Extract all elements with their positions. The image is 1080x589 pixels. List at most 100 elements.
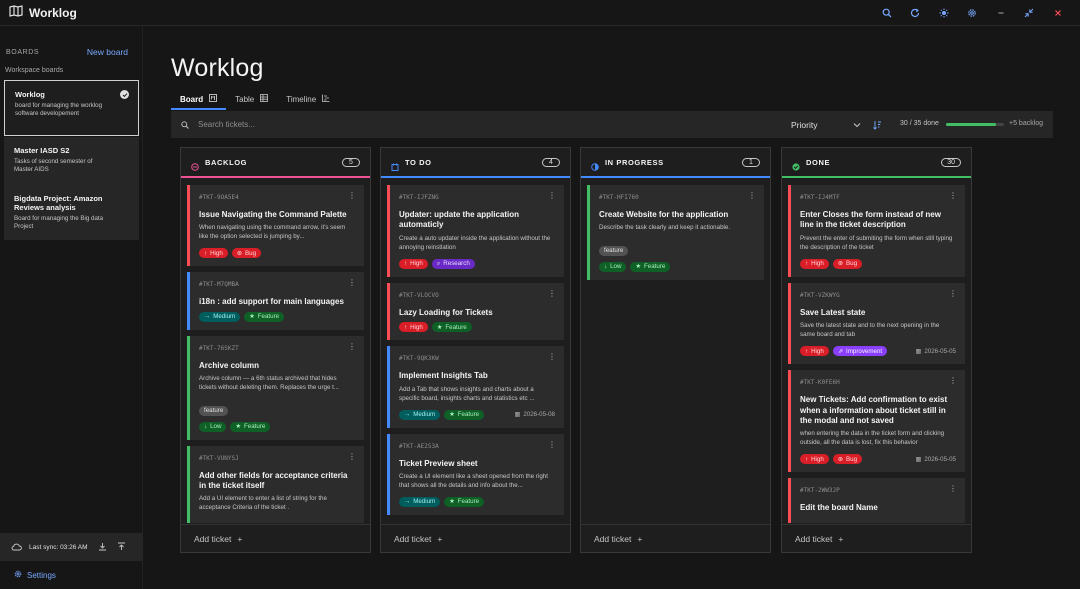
settings-label: Settings [27,570,56,580]
ticket-card[interactable]: #TKT-HFI760 ⋮ Create Website for the appli… [587,185,764,280]
ticket-card[interactable]: #TKT-AE253A ⋮ Ticket Preview sheet Create a… [387,433,564,515]
sidebar-header: BOARDS New board [6,47,128,57]
due-date-text: 2026-05-05 [924,347,956,355]
ticket-description: Create a auto updater inside the applica… [399,234,551,251]
tab-table[interactable]: Table [226,90,277,110]
board-item-master-iasd[interactable]: Master IASD S2 Tasks of second semester … [4,137,139,186]
kebab-menu-icon[interactable]: ⋮ [548,353,556,361]
priority-tag: ↑ High [399,258,428,269]
upload-icon[interactable] [107,538,126,556]
feature-icon: ★ [235,423,242,431]
tab-board[interactable]: Board [171,90,227,110]
ticket-id: #TKT-AE253A [399,442,439,450]
bug-icon: ⊛ [236,249,243,257]
improvement-icon: ⇗ [837,347,844,355]
workspace-boards-label: Workspace boards [5,67,64,74]
sort-by-select[interactable]: Priority [791,111,861,138]
ticket-tags: ↑ High ★ Feature [399,322,555,333]
type-label: Research [443,260,470,268]
kebab-menu-icon[interactable]: ⋮ [949,377,957,385]
ticket-card[interactable]: #TKT-VLOCVO ⋮ Lazy Loading for Tickets ↑ Hig… [387,282,564,341]
new-board-button[interactable]: New board [87,47,128,57]
type-tag: ⊛ Bug [231,248,262,259]
type-tag: ★ Feature [230,421,271,432]
theme-toggle-icon[interactable] [930,0,959,26]
ticket-card[interactable]: #TKT-VUNYSJ ⋮ Add other fields for accepta… [187,445,364,523]
ticket-title: New Tickets: Add confirmation to exist w… [800,395,948,425]
bug-icon: ⊛ [837,455,844,463]
gear-icon[interactable] [958,0,987,26]
ticket-id: #TKT-M7QMBA [199,281,239,289]
feature-icon: ★ [249,313,255,321]
ticket-card[interactable]: #TKT-9QK3KW ⋮ Implement Insights Tab Add a … [387,346,564,428]
ticket-card[interactable]: #TKT-2WW3JP ⋮ Edit the board Name [788,478,965,523]
add-ticket-button[interactable]: Add ticket + [181,524,370,552]
kebab-menu-icon[interactable]: ⋮ [348,452,356,460]
ticket-card[interactable]: #TKT-9OA5E4 ⋮ Issue Navigating the Command… [187,185,364,267]
kebab-menu-icon[interactable]: ⋮ [548,289,556,297]
collapse-icon[interactable] [1015,0,1044,26]
search-tickets-input[interactable] [198,120,758,129]
column-inprogress: IN PROGRESS 1 #TKT-HFI760 ⋮ Create Website f… [580,147,771,553]
ticket-card[interactable]: #TKT-VZKWYG ⋮ Save Latest state Save the la… [788,282,965,365]
refresh-icon[interactable] [901,0,930,26]
type-label: Feature [457,498,480,506]
ticket-label-tag: feature [199,405,229,416]
ticket-id: #TKT-9OA5E4 [199,194,239,201]
tab-timeline[interactable]: Timeline [277,90,339,110]
type-tag: ⇗ Improvement [832,346,888,357]
view-tabs: Board Table Timeline [171,90,339,110]
add-ticket-button[interactable]: Add ticket + [381,524,570,552]
column-count-badge: 5 [342,157,360,167]
ticket-description: Save the latest state and to the next op… [800,322,940,339]
done-progress-fill [946,123,996,126]
priority-arrow-icon: → [404,498,411,506]
kebab-menu-icon[interactable]: ⋮ [548,440,556,448]
ticket-card[interactable]: #TKT-M7QMBA ⋮ i18n : add support for main … [187,272,364,330]
ticket-tags: ↓ Low ★ Feature [199,421,355,432]
type-tag: ★ Feature [244,311,285,322]
ticket-card[interactable]: #TKT-IJ4MTF ⋮ Enter Closes the form instea… [788,185,965,277]
kebab-menu-icon[interactable]: ⋮ [748,192,756,200]
ticket-card[interactable]: #TKT-IJFZNG ⋮ Updater: update the applicat… [387,185,564,277]
last-sync-text: Last sync: 03:26 AM [29,543,88,551]
kebab-menu-icon[interactable]: ⋮ [949,485,957,493]
kebab-menu-icon[interactable]: ⋮ [548,192,556,200]
calendar-icon: ▦ [915,455,922,463]
kebab-menu-icon[interactable]: ⋮ [348,342,356,350]
done-progress-text: 30 / 35 done [900,120,939,127]
board-item-bigdata-project[interactable]: Bigdata Project: Amazon Reviews analysis… [4,185,139,240]
close-icon[interactable] [1044,0,1073,26]
due-date: ▦ 2026-05-08 [514,411,555,418]
plus-icon: + [838,533,844,544]
column-count-badge: 30 [941,157,961,167]
priority-label: Medium [413,411,436,418]
search-icon[interactable] [873,0,902,26]
ticket-tags: ↑ High ⌕ Research [399,258,555,269]
download-icon[interactable] [88,538,107,556]
ticket-tags: → Medium ★ Feature [199,311,355,322]
ticket-card[interactable]: #TKT-K0FE6H ⋮ New Tickets: Add confirmatio… [788,370,965,473]
kebab-menu-icon[interactable]: ⋮ [348,279,356,287]
settings-link[interactable]: Settings [14,570,56,580]
type-tag: ⊛ Bug [832,454,863,465]
kebab-menu-icon[interactable]: ⋮ [949,192,957,200]
ticket-card[interactable]: #TKT-76SKZT ⋮ Archive column Archive column… [187,335,364,440]
kebab-menu-icon[interactable]: ⋮ [949,289,957,297]
add-ticket-label: Add ticket [194,533,232,544]
boards-heading: BOARDS [6,48,40,56]
column-title: DONE [806,157,831,167]
due-date-text: 2026-05-08 [523,411,555,418]
add-ticket-button[interactable]: Add ticket + [782,524,971,552]
add-ticket-label: Add ticket [394,533,432,544]
sidebar: BOARDS New board Workspace boards Worklo… [0,27,143,589]
plus-icon: + [637,533,643,544]
ticket-description: when entering the data in the ticket for… [800,430,945,447]
add-ticket-button[interactable]: Add ticket + [581,524,770,552]
board-name: Worklog [15,90,45,99]
minimize-icon[interactable] [987,0,1016,26]
feature-icon: ★ [449,411,455,418]
board-item-worklog[interactable]: Worklog board for managing the worklog s… [4,80,139,136]
priority-arrow-icon: ↑ [805,260,809,268]
kebab-menu-icon[interactable]: ⋮ [348,192,356,200]
